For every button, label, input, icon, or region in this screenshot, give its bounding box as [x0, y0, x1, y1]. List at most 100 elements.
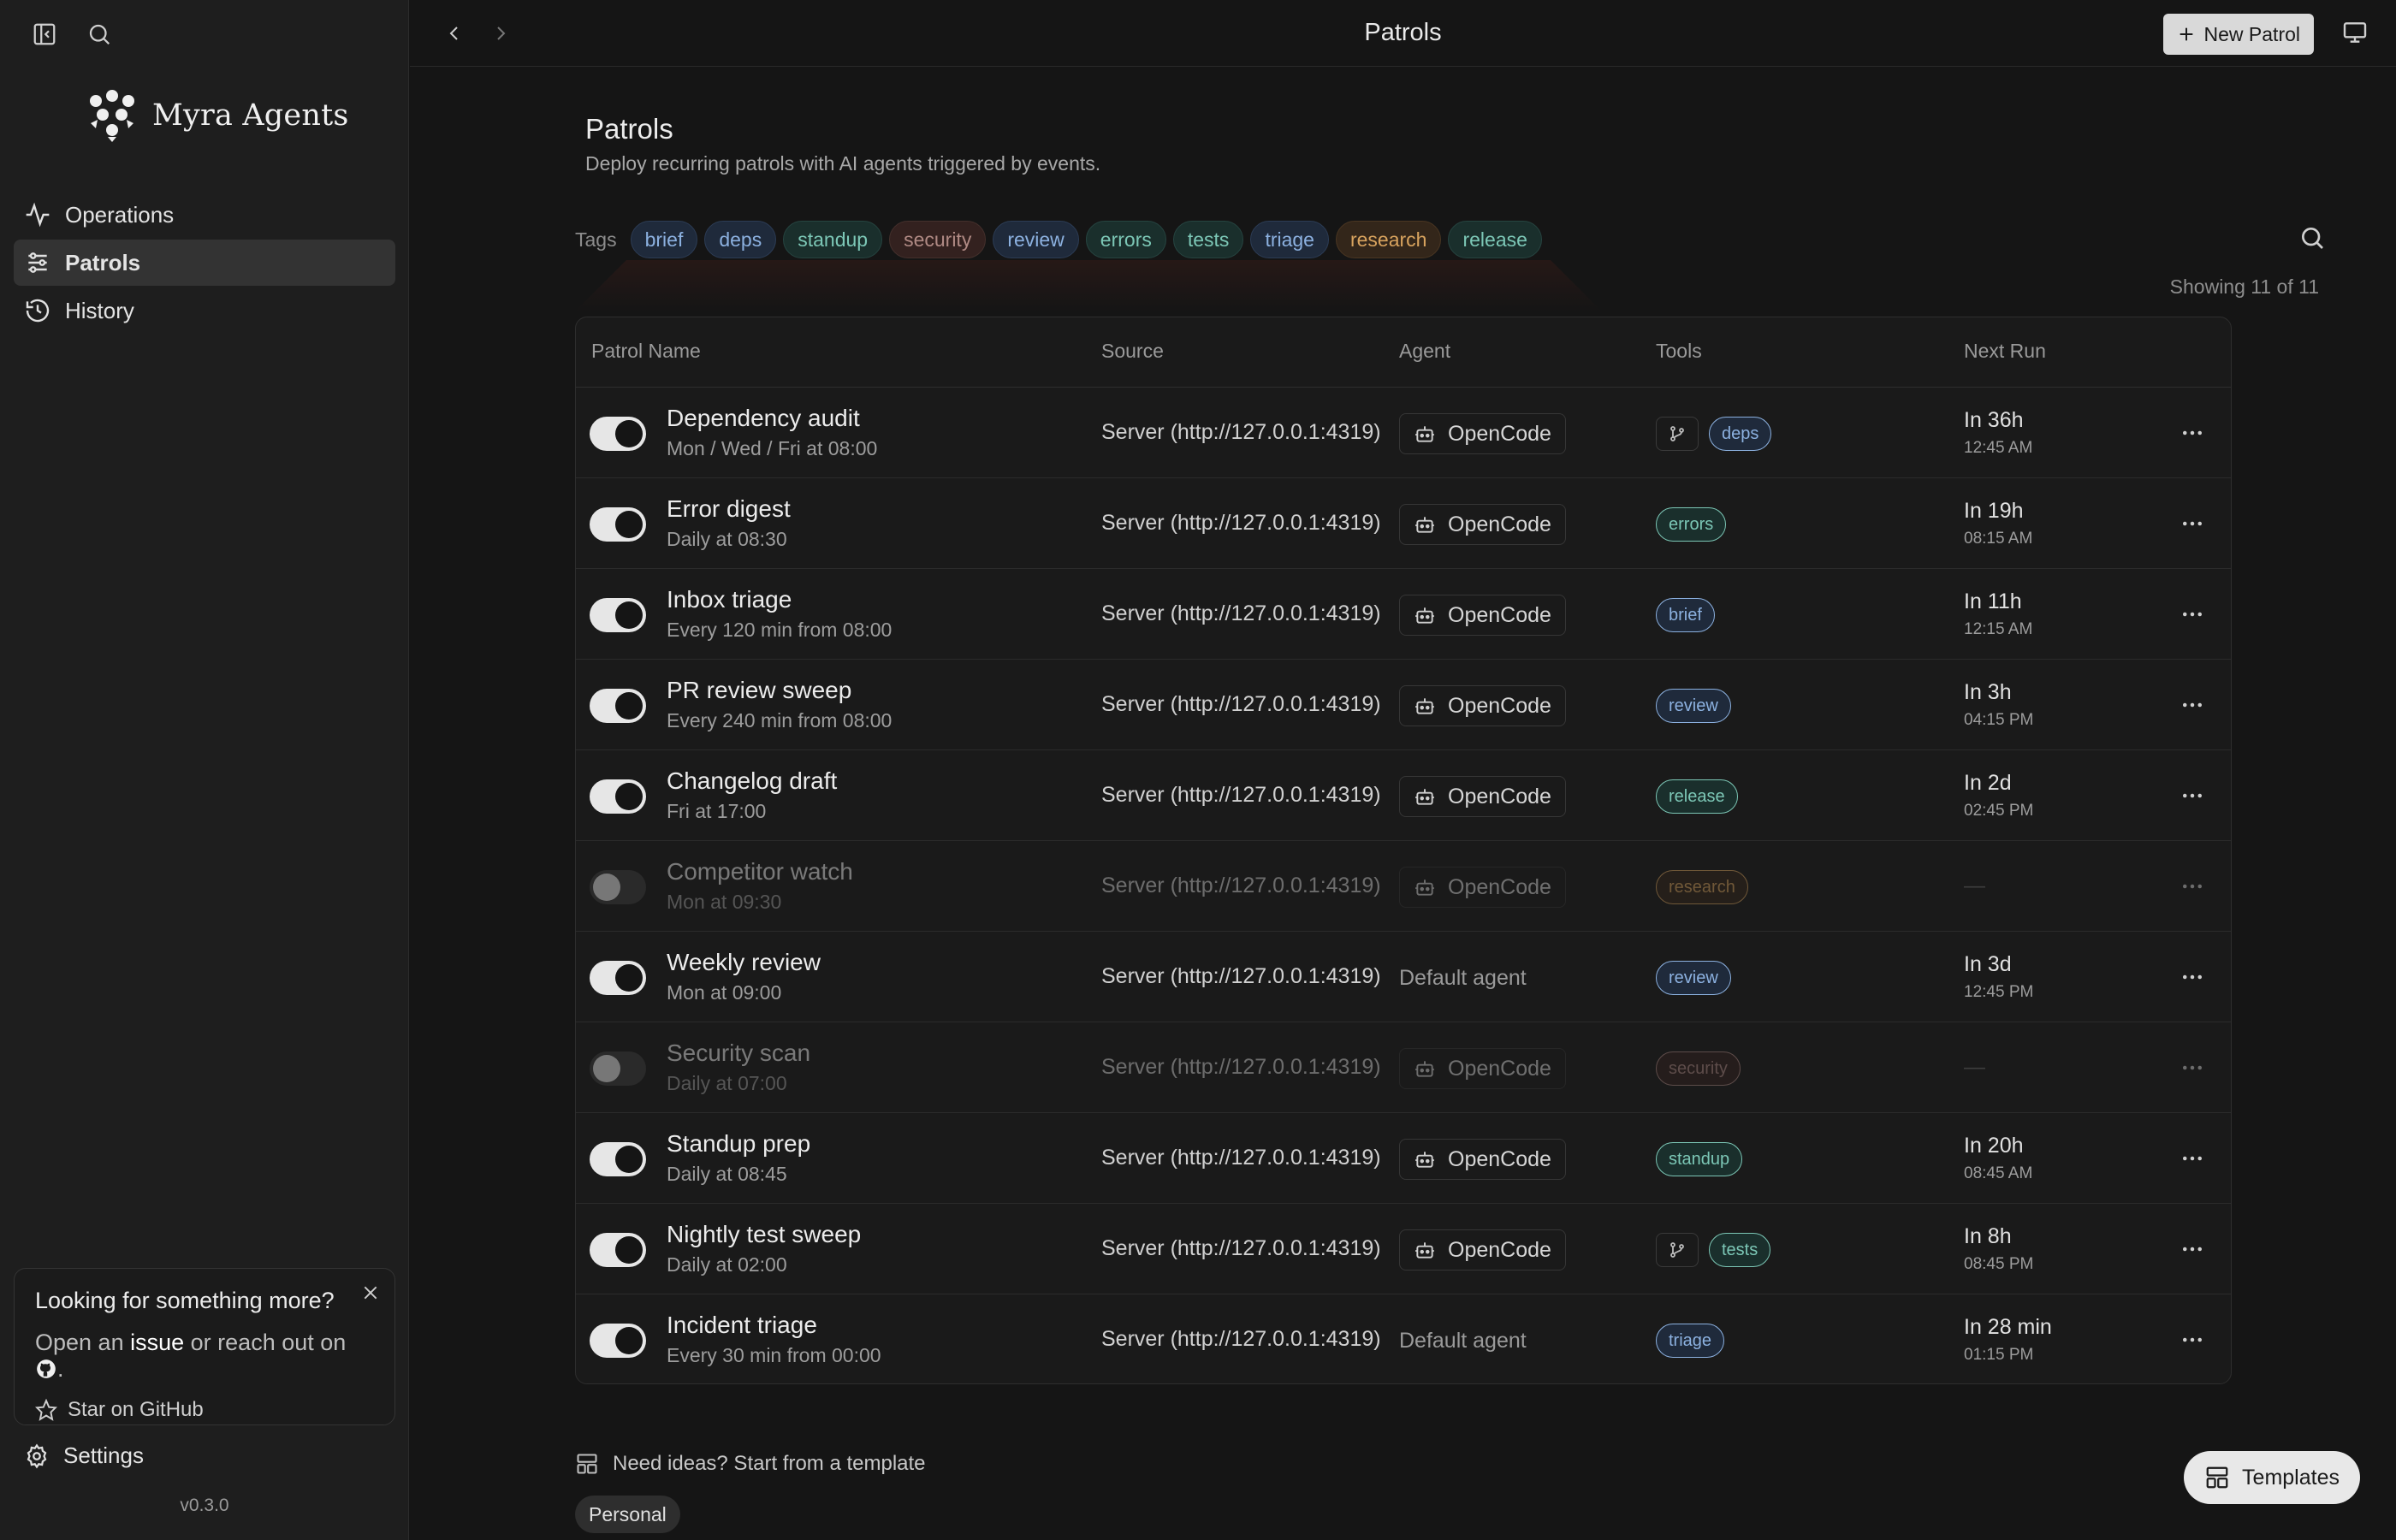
enable-toggle[interactable]	[590, 779, 646, 814]
enable-toggle[interactable]	[590, 417, 646, 451]
row-menu-button[interactable]	[2180, 1236, 2205, 1266]
tags-label: Tags	[575, 228, 617, 251]
row-menu-button[interactable]	[2180, 783, 2205, 813]
toggle-sidebar-icon[interactable]	[29, 19, 60, 50]
tag-filter-triage[interactable]: triage	[1250, 221, 1329, 258]
close-icon[interactable]	[362, 1284, 379, 1306]
new-patrol-button[interactable]: New Patrol	[2162, 14, 2314, 55]
sidebar-item-patrols[interactable]: Patrols	[14, 240, 395, 286]
enable-toggle[interactable]	[590, 507, 646, 542]
more-options-icon	[2183, 1247, 2202, 1252]
tag-filter-security[interactable]: security	[889, 221, 987, 258]
version-label: v0.3.0	[180, 1496, 229, 1515]
agent-selector[interactable]: OpenCode	[1399, 595, 1566, 636]
issue-link[interactable]: issue	[130, 1330, 184, 1355]
table-row[interactable]: Standup prep Daily at 08:45 Server (http:/…	[576, 1113, 2231, 1204]
settings-button[interactable]: Settings	[24, 1442, 144, 1469]
agent-selector[interactable]: OpenCode	[1399, 776, 1566, 817]
tag-filter-brief[interactable]: brief	[630, 221, 698, 258]
row-menu-button[interactable]	[2180, 1327, 2205, 1357]
agent-label: OpenCode	[1448, 784, 1551, 808]
row-menu-button[interactable]	[2180, 420, 2205, 450]
patrol-schedule: Fri at 17:00	[667, 800, 767, 822]
table-row[interactable]: Security scan Daily at 07:00 Server (http:…	[576, 1022, 2231, 1113]
github-icon[interactable]	[35, 1358, 57, 1380]
patrol-schedule: Every 240 min from 08:00	[667, 709, 893, 732]
tag-filter-standup[interactable]: standup	[783, 221, 883, 258]
row-menu-button[interactable]	[2180, 964, 2205, 994]
tools-cell: deps	[1656, 417, 1772, 451]
tag-filter-research[interactable]: research	[1335, 221, 1442, 258]
tools-cell: tests	[1656, 1233, 1771, 1267]
robot-icon	[1415, 607, 1434, 624]
page-subtitle: Deploy recurring patrols with AI agents …	[585, 152, 1101, 175]
table-row[interactable]: Inbox triage Every 120 min from 08:00 Serv…	[576, 569, 2231, 660]
sidebar-item-operations[interactable]: Operations	[14, 192, 395, 238]
table-row[interactable]: Dependency audit Mon / Wed / Fri at 08:00…	[576, 388, 2231, 478]
topbar: Patrols New Patrol	[410, 0, 2396, 67]
patrol-schedule: Mon at 09:30	[667, 891, 782, 913]
row-menu-button[interactable]	[2180, 1146, 2205, 1176]
table-row[interactable]: Changelog draft Fri at 17:00 Server (http:…	[576, 750, 2231, 841]
personal-template-chip[interactable]: Personal	[575, 1496, 680, 1533]
agent-selector[interactable]: OpenCode	[1399, 413, 1566, 454]
next-run: —	[1964, 1055, 1985, 1079]
templates-button[interactable]: Templates	[2184, 1451, 2360, 1504]
search-icon[interactable]	[84, 19, 115, 50]
new-patrol-label: New Patrol	[2203, 22, 2300, 45]
agent-default-label[interactable]: Default agent	[1399, 966, 1527, 991]
star-on-github-link[interactable]: Star on GitHub	[35, 1398, 374, 1422]
enable-toggle[interactable]	[590, 1233, 646, 1267]
next-run: —	[1964, 874, 1985, 897]
enable-toggle[interactable]	[590, 961, 646, 995]
agent-selector[interactable]: OpenCode	[1399, 1048, 1566, 1089]
row-menu-button[interactable]	[2180, 692, 2205, 722]
tool-tag: tests	[1709, 1233, 1771, 1267]
enable-toggle[interactable]	[590, 870, 646, 904]
patrols-table: Patrol Name Source Agent Tools Next Run …	[575, 317, 2232, 1384]
row-menu-button[interactable]	[2180, 601, 2205, 631]
table-row[interactable]: Incident triage Every 30 min from 00:00 Se…	[576, 1294, 2231, 1383]
agent-selector[interactable]: OpenCode	[1399, 1229, 1566, 1270]
row-menu-button[interactable]	[2180, 1055, 2205, 1085]
search-icon[interactable]	[2298, 224, 2326, 256]
column-header-tools: Tools	[1656, 340, 1702, 362]
agent-selector[interactable]: OpenCode	[1399, 867, 1566, 908]
tag-filter-review[interactable]: review	[993, 221, 1079, 258]
enable-toggle[interactable]	[590, 689, 646, 723]
agent-selector[interactable]: OpenCode	[1399, 504, 1566, 545]
agent-label: OpenCode	[1448, 1146, 1551, 1171]
table-row[interactable]: Error digest Daily at 08:30 Server (http:/…	[576, 478, 2231, 569]
agent-selector[interactable]: OpenCode	[1399, 1139, 1566, 1180]
patrol-schedule: Daily at 08:30	[667, 528, 787, 550]
enable-toggle[interactable]	[590, 1142, 646, 1176]
patrol-schedule: Mon / Wed / Fri at 08:00	[667, 437, 878, 459]
table-row[interactable]: PR review sweep Every 240 min from 08:00 S…	[576, 660, 2231, 750]
agent-default-label[interactable]: Default agent	[1399, 1329, 1527, 1353]
tag-filter-tests[interactable]: tests	[1172, 221, 1244, 258]
tag-filter-errors[interactable]: errors	[1085, 221, 1166, 258]
robot-icon	[1415, 1152, 1434, 1168]
patrol-schedule: Every 120 min from 08:00	[667, 619, 893, 641]
tag-filter-deps[interactable]: deps	[704, 221, 777, 258]
table-row[interactable]: Nightly test sweep Daily at 02:00 Server (…	[576, 1204, 2231, 1294]
patrol-schedule: Daily at 07:00	[667, 1072, 787, 1094]
row-menu-button[interactable]	[2180, 511, 2205, 541]
tool-tag: brief	[1656, 598, 1715, 632]
star-label: Star on GitHub	[68, 1398, 204, 1421]
agent-selector[interactable]: OpenCode	[1399, 685, 1566, 726]
table-row[interactable]: Weekly review Mon at 09:00 Server (http://…	[576, 932, 2231, 1022]
row-menu-button[interactable]	[2180, 874, 2205, 903]
monitor-icon[interactable]	[2341, 19, 2369, 50]
tag-filter-release[interactable]: release	[1448, 221, 1542, 258]
enable-toggle[interactable]	[590, 1051, 646, 1086]
table-row[interactable]: Competitor watch Mon at 09:30 Server (http…	[576, 841, 2231, 932]
more-options-icon	[2183, 430, 2202, 435]
next-run: In 3d	[1964, 952, 2012, 976]
sidebar-item-history[interactable]: History	[14, 287, 395, 334]
tools-cell: errors	[1656, 507, 1727, 542]
enable-toggle[interactable]	[590, 1324, 646, 1358]
patrol-name: Competitor watch	[667, 858, 853, 885]
enable-toggle[interactable]	[590, 598, 646, 632]
patrol-source: Server (http://127.0.0.1:4319)	[1101, 692, 1381, 716]
